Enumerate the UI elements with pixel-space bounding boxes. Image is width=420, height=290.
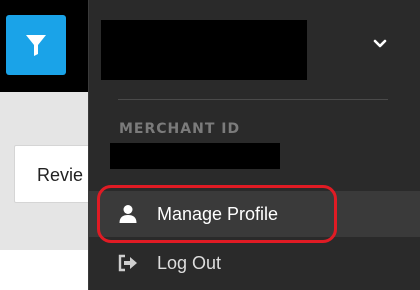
user-icon (117, 203, 139, 225)
redacted-account-name (101, 20, 307, 80)
chevron-down-icon[interactable] (372, 36, 388, 52)
filter-icon (26, 35, 46, 56)
manage-profile-menu-item[interactable]: Manage Profile (89, 191, 420, 237)
manage-profile-label: Manage Profile (157, 203, 279, 224)
merchant-id-label: MERCHANT ID (119, 121, 241, 137)
log-out-label: Log Out (157, 252, 222, 273)
log-out-menu-item[interactable]: Log Out (89, 240, 420, 286)
sign-out-icon (117, 252, 139, 274)
redacted-merchant-id (110, 143, 280, 169)
menu-divider (118, 99, 388, 100)
filter-button[interactable] (6, 15, 66, 75)
profile-dropdown-menu: MERCHANT ID Manage Profile Log Out (88, 0, 420, 290)
review-tab-label: Revie (37, 165, 84, 185)
